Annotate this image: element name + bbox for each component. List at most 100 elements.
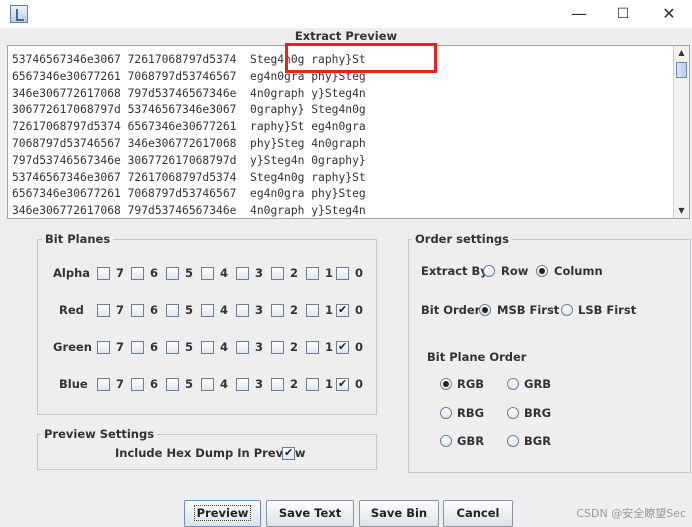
preview-button[interactable]: Preview <box>184 500 261 527</box>
extract-by-row-radio[interactable] <box>483 265 495 277</box>
close-button[interactable]: ✕ <box>646 0 692 28</box>
checkbox-red-bit-1[interactable] <box>306 304 319 317</box>
bit-label-5: 5 <box>185 340 194 354</box>
checkbox-blue-bit-0[interactable] <box>336 377 349 391</box>
bit-label-3: 3 <box>255 377 264 391</box>
bit-label-1: 1 <box>325 340 334 354</box>
bit-label-7: 7 <box>116 303 125 317</box>
bit-label-1: 1 <box>325 377 334 391</box>
preview-line: 6567346e30677261 7068797d53746567 eg4n0g… <box>12 187 366 201</box>
checkbox-green-bit-3[interactable] <box>236 341 249 354</box>
checkbox-alpha-bit-4[interactable] <box>201 267 214 280</box>
checkbox-blue-bit-4[interactable] <box>201 378 214 391</box>
scroll-thumb[interactable] <box>676 62 687 78</box>
bit-label-3: 3 <box>255 340 264 354</box>
lsb-first-radio[interactable] <box>561 304 573 316</box>
checkbox-green-bit-4[interactable] <box>201 341 214 354</box>
bit-label-0: 0 <box>355 340 364 354</box>
extract-preview-title: Extract Preview <box>294 29 398 43</box>
plane-order-brg-radio[interactable] <box>507 407 519 419</box>
bit-plane-order-label: Bit Plane Order <box>427 350 527 364</box>
checkbox-alpha-bit-7[interactable] <box>97 267 110 280</box>
checkbox-red-bit-6[interactable] <box>131 304 144 317</box>
checkbox-blue-bit-6[interactable] <box>131 378 144 391</box>
watermark-text: CSDN @安全瞭望Sec <box>576 507 686 520</box>
checkbox-red-bit-0[interactable] <box>336 303 349 317</box>
bit-planes-panel: Bit Planes Alpha 7 6 5 4 3 2 1 0 Red 7 6 5 4 3 2 1 0 Green… <box>37 232 377 415</box>
checkbox-green-bit-2[interactable] <box>271 341 284 354</box>
preview-settings-title: Preview Settings <box>41 427 158 441</box>
bit-label-7: 7 <box>116 340 125 354</box>
plane-order-rgb-label: RGB <box>457 377 485 391</box>
plane-order-rbg-radio[interactable] <box>440 407 452 419</box>
highlight-annotation-box <box>285 43 437 73</box>
extract-by-column-label: Column <box>554 264 603 278</box>
bit-plane-row-label-green: Green <box>53 340 92 354</box>
bit-planes-title: Bit Planes <box>42 232 114 246</box>
save-bin-button[interactable]: Save Bin <box>359 500 439 527</box>
extract-by-label: Extract By <box>421 264 488 278</box>
checkbox-green-bit-6[interactable] <box>131 341 144 354</box>
checkbox-blue-bit-5[interactable] <box>166 378 179 391</box>
checkbox-green-bit-0[interactable] <box>336 340 349 354</box>
bit-plane-row-label-red: Red <box>59 303 84 317</box>
plane-order-gbr-radio[interactable] <box>440 435 452 447</box>
bit-label-1: 1 <box>325 303 334 317</box>
minimize-button[interactable]: — <box>556 0 602 28</box>
extract-by-row-label: Row <box>501 264 529 278</box>
bit-label-4: 4 <box>220 340 229 354</box>
checkbox-green-bit-7[interactable] <box>97 341 110 354</box>
bit-order-label: Bit Order <box>421 303 481 317</box>
bit-label-3: 3 <box>255 303 264 317</box>
preview-line: 346e306772617068 797d53746567346e 4n0gra… <box>12 86 366 100</box>
java-app-icon <box>10 5 28 23</box>
plane-order-grb-radio[interactable] <box>507 378 519 390</box>
preview-line: 53746567346e3067 72617068797d5374 Steg4n… <box>12 170 366 184</box>
hex-dump-label: Include Hex Dump In Preview <box>115 446 306 460</box>
preview-line: 306772617068797d 53746567346e3067 0graph… <box>12 103 366 117</box>
checkbox-alpha-bit-1[interactable] <box>306 267 319 280</box>
extract-by-column-radio[interactable] <box>536 265 548 277</box>
bit-label-6: 6 <box>150 340 159 354</box>
bit-label-7: 7 <box>116 266 125 280</box>
plane-order-gbr-label: GBR <box>457 434 485 448</box>
preview-line: 7068797d53746567 346e306772617068 phy}St… <box>12 136 366 150</box>
plane-order-bgr-radio[interactable] <box>507 435 519 447</box>
order-settings-title: Order settings <box>412 232 512 246</box>
checkbox-blue-bit-2[interactable] <box>271 378 284 391</box>
checkbox-red-bit-4[interactable] <box>201 304 214 317</box>
bit-plane-row-label-alpha: Alpha <box>53 266 91 280</box>
bit-label-5: 5 <box>185 377 194 391</box>
vertical-scrollbar[interactable]: ▲ ▼ <box>673 46 689 218</box>
plane-order-rgb-radio[interactable] <box>440 378 452 390</box>
bit-label-4: 4 <box>220 303 229 317</box>
bit-label-0: 0 <box>355 266 364 280</box>
bit-label-5: 5 <box>185 303 194 317</box>
checkbox-alpha-bit-6[interactable] <box>131 267 144 280</box>
bit-label-7: 7 <box>116 377 125 391</box>
hex-dump-checkbox[interactable] <box>282 446 295 460</box>
preview-line: 346e306772617068 797d53746567346e 4n0gra… <box>12 204 366 218</box>
cancel-button[interactable]: Cancel <box>443 500 513 527</box>
checkbox-red-bit-5[interactable] <box>166 304 179 317</box>
checkbox-blue-bit-3[interactable] <box>236 378 249 391</box>
checkbox-alpha-bit-5[interactable] <box>166 267 179 280</box>
checkbox-alpha-bit-3[interactable] <box>236 267 249 280</box>
checkbox-alpha-bit-0[interactable] <box>336 267 349 280</box>
checkbox-alpha-bit-2[interactable] <box>271 267 284 280</box>
checkbox-green-bit-5[interactable] <box>166 341 179 354</box>
msb-first-radio[interactable] <box>479 304 491 316</box>
checkbox-green-bit-1[interactable] <box>306 341 319 354</box>
preview-button-label: Preview <box>193 505 252 521</box>
checkbox-red-bit-7[interactable] <box>97 304 110 317</box>
save-text-button[interactable]: Save Text <box>266 500 354 527</box>
scroll-up-icon[interactable]: ▲ <box>674 46 689 60</box>
scroll-down-icon[interactable]: ▼ <box>674 204 689 218</box>
lsb-first-label: LSB First <box>578 303 637 317</box>
checkbox-blue-bit-7[interactable] <box>97 378 110 391</box>
maximize-button[interactable]: ☐ <box>600 0 646 28</box>
checkbox-red-bit-2[interactable] <box>271 304 284 317</box>
checkbox-red-bit-3[interactable] <box>236 304 249 317</box>
checkbox-blue-bit-1[interactable] <box>306 378 319 391</box>
bit-label-3: 3 <box>255 266 264 280</box>
